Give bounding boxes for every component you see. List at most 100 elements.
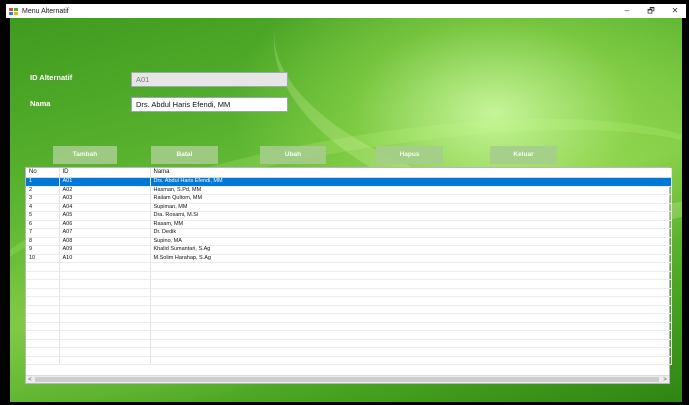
cell-nama: Drs. Abdul Haris Efendi, MM <box>150 177 672 187</box>
cell-id: A07 <box>59 228 151 238</box>
cell-nama: Rasam, MM <box>150 220 672 229</box>
cell-nama: Supiman, MM <box>150 203 672 212</box>
column-header-nama[interactable]: Nama <box>150 168 672 178</box>
column-header-no[interactable]: No <box>26 168 60 178</box>
empty-cell <box>26 296 60 306</box>
keluar-button[interactable]: Keluar <box>490 146 557 164</box>
empty-table-row <box>26 339 672 348</box>
empty-table-row <box>26 271 672 280</box>
empty-cell <box>26 322 60 331</box>
cell-id: A08 <box>59 237 151 246</box>
ubah-button[interactable]: Ubah <box>260 146 326 164</box>
cell-id: A05 <box>59 211 151 221</box>
empty-cell <box>150 262 672 272</box>
empty-cell <box>59 279 151 289</box>
empty-cell <box>26 279 60 289</box>
hapus-button[interactable]: Hapus <box>376 146 443 164</box>
empty-cell <box>26 288 60 297</box>
cell-id: A06 <box>59 220 151 229</box>
cell-id: A10 <box>59 254 151 263</box>
empty-cell <box>26 347 60 357</box>
table-row[interactable]: 4 A04 Supiman, MM <box>26 203 672 212</box>
empty-cell <box>59 322 151 331</box>
cell-no: 2 <box>26 186 60 195</box>
empty-cell <box>26 330 60 340</box>
cell-id: A02 <box>59 186 151 195</box>
empty-cell <box>59 296 151 306</box>
tambah-button[interactable]: Tambah <box>53 146 117 164</box>
empty-cell <box>59 305 151 314</box>
cell-nama: Dr. Dedik <box>150 228 672 238</box>
empty-cell <box>150 330 672 340</box>
empty-cell <box>26 271 60 280</box>
cell-id: A04 <box>59 203 151 212</box>
cell-id: A09 <box>59 245 151 255</box>
minimize-icon[interactable]: – <box>622 4 632 18</box>
table-row[interactable]: 8 A08 Supino, MA <box>26 237 672 246</box>
empty-cell <box>59 313 151 323</box>
empty-table-row <box>26 322 672 331</box>
empty-cell <box>59 347 151 357</box>
cell-no: 7 <box>26 228 60 238</box>
empty-cell <box>26 305 60 314</box>
cell-no: 1 <box>26 177 60 187</box>
empty-cell <box>26 313 60 323</box>
batal-button[interactable]: Batal <box>151 146 218 164</box>
table-row[interactable]: 10 A10 M.Solim Harahap, S.Ag <box>26 254 672 263</box>
nama-label: Nama <box>30 99 51 108</box>
table-row[interactable]: 5 A05 Dra. Rosami, M.Si <box>26 211 672 221</box>
empty-cell <box>26 356 60 365</box>
table-row[interactable]: 7 A07 Dr. Dedik <box>26 228 672 238</box>
table-row[interactable]: 1 A01 Drs. Abdul Haris Efendi, MM <box>26 177 672 187</box>
empty-cell <box>59 262 151 272</box>
empty-cell <box>150 305 672 314</box>
cell-nama: Railam Qultom, MM <box>150 194 672 204</box>
empty-cell <box>59 356 151 365</box>
id-alternatif-field[interactable]: A01 <box>131 72 288 87</box>
column-header-id[interactable]: ID <box>59 168 151 178</box>
table-row[interactable]: 2 A02 Hasman, S.Pd, MM <box>26 186 672 195</box>
empty-table-row <box>26 347 672 357</box>
scroll-left-icon[interactable]: < <box>26 376 34 384</box>
table-row[interactable]: 6 A06 Rasam, MM <box>26 220 672 229</box>
window-title: Menu Alternatif <box>22 7 69 15</box>
table-row[interactable]: 3 A03 Railam Qultom, MM <box>26 194 672 204</box>
empty-cell <box>150 279 672 289</box>
maximize-icon[interactable]: 🗗 <box>646 4 656 18</box>
empty-table-row <box>26 288 672 297</box>
cell-nama: Hasman, S.Pd, MM <box>150 186 672 195</box>
cell-no: 4 <box>26 203 60 212</box>
close-icon[interactable]: ✕ <box>670 4 680 18</box>
title-bar: Menu Alternatif – 🗗 ✕ <box>6 4 686 18</box>
cell-nama: Khalid Sumantari, S.Ag <box>150 245 672 255</box>
cell-nama: Dra. Rosami, M.Si <box>150 211 672 221</box>
empty-table-row <box>26 356 672 365</box>
empty-cell <box>150 271 672 280</box>
table-row[interactable]: 9 A09 Khalid Sumantari, S.Ag <box>26 245 672 255</box>
empty-cell <box>59 330 151 340</box>
cell-no: 9 <box>26 245 60 255</box>
empty-table-row <box>26 313 672 323</box>
empty-table-row <box>26 305 672 314</box>
empty-cell <box>26 262 60 272</box>
table-header-row: No ID Nama <box>26 168 672 178</box>
scrollbar-thumb[interactable] <box>35 377 659 382</box>
alternatif-table[interactable]: No ID Nama 1 A01 Drs. Abdul Haris Efendi, … <box>25 167 672 384</box>
cell-no: 3 <box>26 194 60 204</box>
empty-cell <box>150 322 672 331</box>
empty-cell <box>150 356 672 365</box>
empty-cell <box>59 271 151 280</box>
cell-nama: Supino, MA <box>150 237 672 246</box>
empty-cell <box>59 288 151 297</box>
cell-id: A03 <box>59 194 151 204</box>
scroll-right-icon[interactable]: > <box>661 376 669 384</box>
empty-cell <box>150 288 672 297</box>
empty-cell <box>150 296 672 306</box>
empty-table-row <box>26 279 672 289</box>
horizontal-scrollbar[interactable]: < > <box>26 375 669 383</box>
nama-field[interactable]: Drs. Abdul Haris Efendi, MM <box>131 97 288 112</box>
cell-no: 6 <box>26 220 60 229</box>
cell-nama: M.Solim Harahap, S.Ag <box>150 254 672 263</box>
app-frame: Menu Alternatif – 🗗 ✕ ID Alternatif A01 … <box>0 0 689 405</box>
empty-table-row <box>26 330 672 340</box>
